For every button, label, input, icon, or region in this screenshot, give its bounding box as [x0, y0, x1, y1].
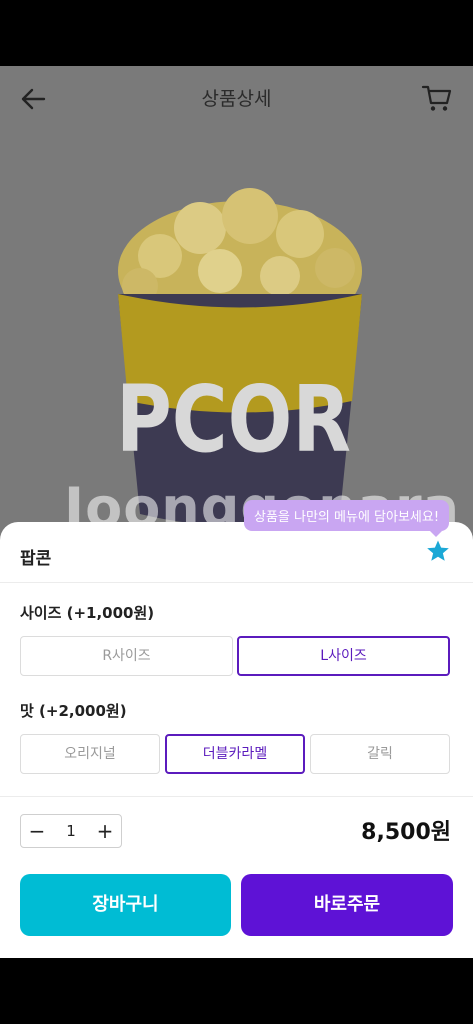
option-size-r[interactable]: R사이즈 — [20, 636, 233, 676]
minus-button[interactable]: − — [21, 815, 53, 847]
buy-now-button[interactable]: 바로주문 — [241, 874, 453, 936]
page-title: 상품상세 — [201, 88, 272, 110]
cup-text: PCOR — [116, 366, 351, 473]
option-flavor-caramel[interactable]: 더블카라멜 — [165, 734, 305, 774]
divider — [0, 582, 473, 583]
product-name: 팝콘 — [20, 549, 52, 569]
size-label: 사이즈 (+1,000원) — [20, 604, 155, 622]
plus-button[interactable]: + — [89, 815, 121, 847]
option-size-l[interactable]: L사이즈 — [237, 636, 450, 676]
star-icon[interactable] — [426, 539, 450, 563]
quantity-value: 1 — [66, 822, 76, 840]
quantity-stepper: − 1 + — [20, 814, 122, 848]
divider — [0, 796, 473, 797]
favorite-tooltip: 상품을 나만의 메뉴에 담아보세요! — [244, 500, 450, 537]
flavor-label: 맛 (+2,000원) — [20, 702, 127, 720]
total-price: 8,500원 — [361, 820, 451, 845]
option-sheet: 상품을 나만의 메뉴에 담아보세요! 팝콘 사이즈 (+1,000원) R사이즈… — [0, 500, 473, 958]
app-header: 상품상세 — [0, 66, 473, 130]
add-to-cart-button[interactable]: 장바구니 — [20, 874, 231, 936]
cart-icon[interactable] — [421, 82, 453, 114]
option-flavor-garlic[interactable]: 갈릭 — [310, 734, 450, 774]
screen: 상품상세 PCOR Joonggonara 상품을 나만의 메뉴에 담아보세요!… — [0, 66, 473, 958]
option-flavor-original[interactable]: 오리지널 — [20, 734, 160, 774]
